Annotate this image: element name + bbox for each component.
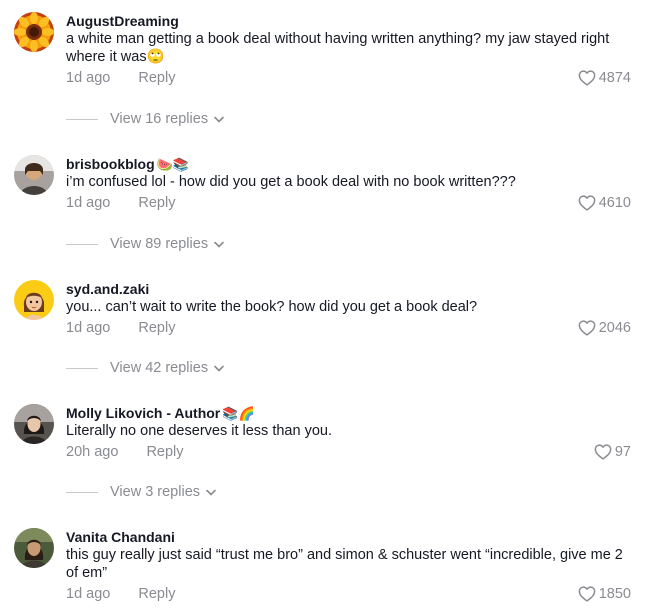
- like-count: 4874: [598, 70, 631, 86]
- comment-text: i’m confused lol - how did you get a boo…: [66, 174, 516, 190]
- comment-meta: 1d ago Reply 2046: [66, 319, 634, 337]
- like-button[interactable]: 97: [594, 443, 631, 461]
- divider-line: [66, 367, 98, 369]
- like-count: 2046: [598, 320, 631, 336]
- comment-body: Vanita Chandani this guy really just sai…: [66, 528, 634, 603]
- reply-button[interactable]: Reply: [138, 319, 175, 337]
- heart-outline-icon: [594, 444, 612, 460]
- heart-outline-icon: [578, 320, 596, 336]
- like-button[interactable]: 4610: [578, 194, 631, 212]
- comment-timestamp: 1d ago: [66, 320, 111, 336]
- comment-body: syd.and.zaki you... can’t wait to write …: [66, 280, 634, 337]
- heart-outline-icon: [578, 195, 596, 211]
- reply-button[interactable]: Reply: [138, 194, 175, 212]
- person-photo-avatar-image: [14, 404, 54, 444]
- username-text[interactable]: Vanita Chandani: [66, 528, 175, 546]
- comment-meta: 1d ago Reply 4610: [66, 194, 634, 212]
- user-avatar[interactable]: [14, 12, 54, 52]
- chevron-down-icon: [214, 365, 224, 371]
- view-replies-label[interactable]: View 42 replies: [110, 360, 208, 376]
- username-text[interactable]: syd.and.zaki: [66, 280, 149, 298]
- comment-body: AugustDreaming a white man getting a boo…: [66, 12, 634, 87]
- like-count: 1850: [598, 586, 631, 602]
- user-avatar[interactable]: [14, 404, 54, 444]
- comment-text: a white man getting a book deal without …: [66, 31, 610, 65]
- heart-outline-icon: [578, 70, 596, 86]
- like-count: 97: [614, 444, 631, 460]
- comment-text: this guy really just said “trust me bro”…: [66, 547, 623, 581]
- comment-meta: 1d ago Reply 4874: [66, 69, 634, 87]
- like-button[interactable]: 1850: [578, 585, 631, 603]
- like-count: 4610: [598, 195, 631, 211]
- comment-meta: 20h ago Reply 97: [66, 443, 634, 461]
- comment-username[interactable]: Molly Likovich - Author 📚🌈: [66, 404, 634, 422]
- heart-outline-icon: [578, 586, 596, 602]
- divider-line: [66, 243, 98, 245]
- comment-meta: 1d ago Reply 1850: [66, 585, 634, 603]
- chevron-down-icon: [214, 116, 224, 122]
- person-photo-avatar-image: [14, 155, 54, 195]
- reply-button[interactable]: Reply: [138, 585, 175, 603]
- divider-line: [66, 491, 98, 493]
- comment-timestamp: 1d ago: [66, 195, 111, 211]
- comment-timestamp: 20h ago: [66, 444, 119, 460]
- comment-body: Molly Likovich - Author 📚🌈 Literally no …: [66, 404, 634, 461]
- view-replies-button[interactable]: View 89 replies: [66, 235, 224, 253]
- view-replies-button[interactable]: View 16 replies: [66, 110, 224, 128]
- comment-timestamp: 1d ago: [66, 70, 111, 86]
- person-photo-avatar-image: [14, 528, 54, 568]
- chevron-down-icon: [214, 241, 224, 247]
- divider-line: [66, 118, 98, 120]
- comment-username[interactable]: brisbookblog 🍉📚: [66, 155, 634, 173]
- username-text[interactable]: AugustDreaming: [66, 12, 179, 30]
- username-text[interactable]: brisbookblog: [66, 155, 155, 173]
- user-avatar[interactable]: [14, 528, 54, 568]
- comment-username[interactable]: AugustDreaming: [66, 12, 634, 30]
- view-replies-button[interactable]: View 3 replies: [66, 483, 216, 501]
- view-replies-button[interactable]: View 42 replies: [66, 359, 224, 377]
- username-text[interactable]: Molly Likovich - Author: [66, 404, 220, 422]
- username-emoji: 📚🌈: [222, 405, 255, 421]
- comment-username[interactable]: syd.and.zaki: [66, 280, 634, 298]
- user-avatar[interactable]: [14, 280, 54, 320]
- comment-username[interactable]: Vanita Chandani: [66, 528, 634, 546]
- reply-button[interactable]: Reply: [138, 69, 175, 87]
- comment-text: you... can’t wait to write the book? how…: [66, 299, 478, 315]
- comment-text: Literally no one deserves it less than y…: [66, 423, 332, 439]
- username-emoji: 🍉📚: [156, 156, 190, 172]
- reply-button[interactable]: Reply: [146, 443, 183, 461]
- chevron-down-icon: [206, 489, 216, 495]
- user-avatar[interactable]: [14, 155, 54, 195]
- memoji-avatar-image: [14, 280, 54, 320]
- like-button[interactable]: 2046: [578, 319, 631, 337]
- sunflower-avatar-image: [14, 12, 54, 52]
- like-button[interactable]: 4874: [578, 69, 631, 87]
- view-replies-label[interactable]: View 89 replies: [110, 236, 208, 252]
- comment-body: brisbookblog 🍉📚 i’m confused lol - how d…: [66, 155, 634, 212]
- comment-timestamp: 1d ago: [66, 586, 111, 602]
- view-replies-label[interactable]: View 16 replies: [110, 111, 208, 127]
- view-replies-label[interactable]: View 3 replies: [110, 484, 200, 500]
